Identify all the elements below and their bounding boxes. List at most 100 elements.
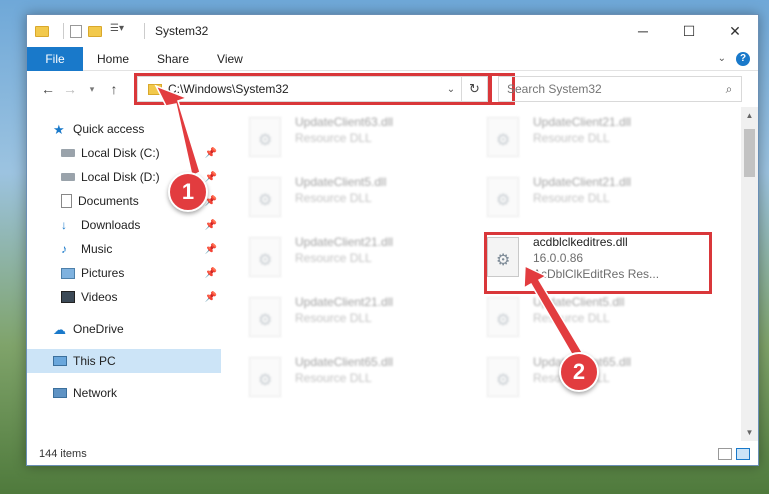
- vertical-scrollbar[interactable]: ▲ ▼: [741, 107, 758, 441]
- dll-file-icon: [487, 177, 519, 217]
- pin-icon[interactable]: 📌: [205, 148, 217, 159]
- window-controls: ─ ☐ ✕: [620, 15, 758, 47]
- file-item[interactable]: UpdateClient63.dll Resource DLL: [249, 115, 481, 173]
- dll-file-icon: [249, 237, 281, 277]
- pin-icon[interactable]: 📌: [205, 244, 217, 255]
- search-input[interactable]: [507, 82, 717, 96]
- file-list: UpdateClient63.dll Resource DLL UpdateCli…: [221, 107, 758, 441]
- file-name: UpdateClient21.dll: [533, 115, 632, 129]
- scroll-thumb[interactable]: [744, 129, 755, 177]
- back-arrow-icon[interactable]: ←: [37, 81, 59, 97]
- pin-icon[interactable]: 📌: [205, 292, 217, 303]
- pin-icon[interactable]: 📌: [205, 172, 217, 183]
- file-item[interactable]: UpdateClient65.dllResource DLL: [249, 355, 481, 413]
- file-name: UpdateClient21.dll: [295, 295, 394, 309]
- up-arrow-icon[interactable]: ↑: [103, 81, 125, 97]
- tab-view[interactable]: View: [203, 52, 257, 66]
- dll-file-icon: [249, 177, 281, 217]
- file-item[interactable]: UpdateClient5.dll Resource DLL: [487, 295, 719, 353]
- sidebar-item-videos[interactable]: Videos 📌: [27, 285, 221, 309]
- search-box[interactable]: ⌕: [498, 76, 742, 102]
- sidebar-item-this-pc[interactable]: This PC: [27, 349, 221, 373]
- item-count: 144 items: [39, 448, 87, 460]
- ribbon-tabs: File Home Share View ⌄ ?: [27, 46, 758, 71]
- file-highlight-box: [484, 232, 712, 294]
- file-item[interactable]: UpdateClient21.dll Resource DLL: [249, 295, 481, 353]
- step-1-badge: 1: [168, 172, 208, 212]
- scroll-down-icon[interactable]: ▼: [741, 424, 758, 441]
- sidebar-item-label: Documents: [78, 194, 139, 208]
- file-item[interactable]: UpdateClient65.dllResource DLL: [487, 355, 719, 413]
- close-button[interactable]: ✕: [712, 15, 758, 47]
- sidebar-item-label: Local Disk (C:): [81, 146, 160, 160]
- network-icon: [53, 388, 67, 398]
- help-icon[interactable]: ?: [736, 51, 750, 66]
- file-description: Resource DLL: [295, 131, 372, 145]
- folder-icon: [35, 23, 51, 39]
- sidebar-item-local-disk-c[interactable]: Local Disk (C:) 📌: [27, 141, 221, 165]
- file-name: UpdateClient63.dll: [295, 115, 394, 129]
- title-bar: ☰▾ System32 ─ ☐ ✕: [27, 15, 758, 47]
- file-description: Resource DLL: [295, 371, 372, 385]
- file-item[interactable]: UpdateClient5.dll Resource DLL: [249, 175, 481, 233]
- navigation-pane: ★ Quick access Local Disk (C:) 📌 Local D…: [27, 107, 221, 441]
- tab-file[interactable]: File: [27, 46, 83, 71]
- divider: [144, 23, 145, 39]
- sidebar-item-pictures[interactable]: Pictures 📌: [27, 261, 221, 285]
- recent-locations-chevron-icon[interactable]: ▾: [81, 84, 103, 95]
- main-area: ★ Quick access Local Disk (C:) 📌 Local D…: [27, 107, 758, 441]
- pin-icon[interactable]: 📌: [205, 268, 217, 279]
- sidebar-item-label: Downloads: [81, 218, 141, 232]
- file-name: UpdateClient5.dll: [533, 295, 625, 309]
- view-toggles: [718, 448, 758, 460]
- explorer-window: ☰▾ System32 ─ ☐ ✕ File Home Share View ⌄…: [26, 14, 759, 466]
- maximize-button[interactable]: ☐: [666, 15, 712, 47]
- cloud-icon: ☁: [53, 322, 66, 337]
- details-view-icon[interactable]: [718, 448, 732, 460]
- expand-ribbon-icon[interactable]: ⌄: [718, 53, 726, 64]
- file-item[interactable]: UpdateClient21.dll Resource DLL: [487, 115, 719, 173]
- properties-icon[interactable]: [70, 25, 82, 38]
- drive-icon: [61, 149, 75, 157]
- sidebar-item-downloads[interactable]: ↓ Downloads 📌: [27, 213, 221, 237]
- pictures-icon: [61, 267, 75, 279]
- file-description: Resource DLL: [533, 131, 610, 145]
- file-description: Resource DLL: [295, 251, 372, 265]
- sidebar-item-music[interactable]: ♪ Music 📌: [27, 237, 221, 261]
- dll-file-icon: [249, 297, 281, 337]
- sidebar-item-label: OneDrive: [73, 322, 124, 336]
- new-folder-icon[interactable]: [88, 23, 104, 39]
- minimize-button[interactable]: ─: [620, 15, 666, 47]
- videos-icon: [61, 291, 75, 303]
- sidebar-item-label: Pictures: [81, 266, 125, 280]
- sidebar-item-network[interactable]: Network: [27, 381, 221, 405]
- forward-arrow-icon[interactable]: →: [59, 81, 81, 97]
- sidebar-item-onedrive[interactable]: ☁ OneDrive: [27, 317, 221, 341]
- dll-file-icon: [487, 117, 519, 157]
- download-icon: ↓: [61, 218, 67, 232]
- file-item[interactable]: UpdateClient21.dll Resource DLL: [487, 175, 719, 233]
- dll-file-icon: [487, 297, 519, 337]
- dll-file-icon: [487, 357, 519, 397]
- file-name: UpdateClient21.dll: [533, 175, 632, 189]
- drive-icon: [61, 173, 75, 181]
- pin-icon[interactable]: 📌: [205, 220, 217, 231]
- sidebar-item-quick-access[interactable]: ★ Quick access: [27, 117, 221, 141]
- ribbon-right: ⌄ ?: [718, 51, 758, 66]
- tab-share[interactable]: Share: [143, 52, 203, 66]
- divider: [63, 23, 64, 39]
- customize-toolbar-icon[interactable]: ☰▾: [110, 23, 132, 39]
- file-description: Resource DLL: [533, 311, 610, 325]
- file-name: UpdateClient5.dll: [295, 175, 387, 189]
- tab-home[interactable]: Home: [83, 52, 143, 66]
- search-icon[interactable]: ⌕: [717, 82, 741, 97]
- status-bar: 144 items: [27, 443, 758, 465]
- star-icon: ★: [53, 122, 65, 137]
- documents-icon: [61, 194, 72, 208]
- file-description: Resource DLL: [533, 191, 610, 205]
- file-item[interactable]: UpdateClient21.dll Resource DLL: [249, 235, 481, 293]
- sidebar-item-label: Quick access: [73, 122, 145, 136]
- address-highlight-box: [134, 73, 491, 105]
- tiles-view-icon[interactable]: [736, 448, 750, 460]
- scroll-up-icon[interactable]: ▲: [741, 107, 758, 124]
